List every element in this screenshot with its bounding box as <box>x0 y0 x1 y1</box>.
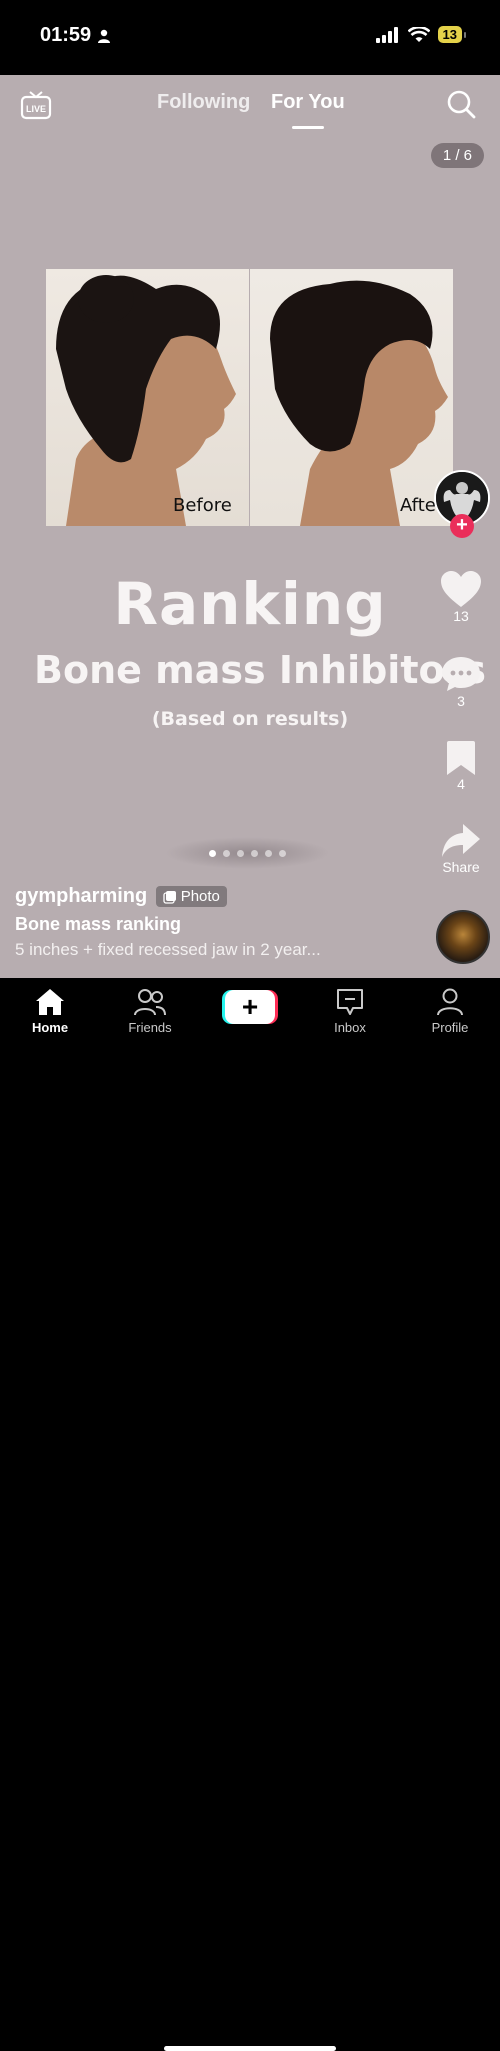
friends-icon <box>134 989 166 1016</box>
share-icon[interactable] <box>441 823 481 859</box>
video-feed[interactable]: LIVE Following For You 1 / 6 Before Afte… <box>0 75 500 978</box>
carousel-dot[interactable] <box>209 849 216 857</box>
carousel-dot[interactable] <box>223 849 230 857</box>
home-indicator <box>164 2046 336 2051</box>
tab-for-you[interactable]: For You <box>271 91 345 114</box>
home-icon <box>36 989 64 1015</box>
like-button[interactable]: 13 <box>432 570 490 624</box>
carousel-dot[interactable] <box>265 849 272 857</box>
person-icon <box>98 29 111 43</box>
signal-icon <box>375 26 398 43</box>
save-count: 4 <box>457 776 465 792</box>
create-button[interactable]: + <box>222 990 278 1024</box>
post-heading: Ranking <box>113 570 387 638</box>
share-button[interactable]: Share <box>432 823 490 875</box>
share-label: Share <box>442 859 480 875</box>
before-after-photo: Before Afte <box>46 269 453 526</box>
battery-indicator: 13 <box>437 26 467 43</box>
top-nav: LIVE Following For You <box>0 75 500 135</box>
wifi-icon <box>407 26 430 42</box>
heart-icon[interactable] <box>440 570 482 608</box>
carousel-dot[interactable] <box>237 849 244 857</box>
tab-inbox[interactable]: Inbox <box>310 988 390 1035</box>
comment-button[interactable]: 3 <box>432 655 490 709</box>
caption-title[interactable]: Bone mass ranking <box>15 914 435 935</box>
search-icon[interactable] <box>446 89 476 119</box>
comment-icon[interactable] <box>441 655 481 693</box>
live-label: LIVE <box>26 104 46 114</box>
tab-profile[interactable]: Profile <box>410 988 490 1035</box>
tab-friends-label: Friends <box>128 1020 172 1035</box>
carousel-dot[interactable] <box>251 849 258 857</box>
after-photo: Afte <box>250 269 453 526</box>
caption-description[interactable]: 5 inches + fixed recessed jaw in 2 year.… <box>15 940 435 960</box>
post-caption: gympharming Photo Bone mass ranking 5 in… <box>15 885 435 960</box>
profile-icon <box>437 988 463 1016</box>
photo-badge: Photo <box>155 886 227 907</box>
tab-friends[interactable]: Friends <box>110 988 190 1035</box>
tab-home[interactable]: Home <box>10 988 90 1035</box>
comment-count: 3 <box>457 693 465 709</box>
before-photo: Before <box>46 269 249 526</box>
status-time: 01:59 <box>40 24 111 47</box>
photo-badge-label: Photo <box>180 888 220 905</box>
like-count: 13 <box>453 608 469 624</box>
tab-inbox-label: Inbox <box>334 1020 366 1035</box>
carousel-dot[interactable] <box>279 849 286 857</box>
post-subheading: Bone mass Inhibitors <box>34 648 486 692</box>
photo-icon <box>163 890 176 904</box>
status-bar: 01:59 13 <box>0 0 500 75</box>
after-portrait-image <box>270 280 448 526</box>
post-note: (Based on results) <box>151 708 349 730</box>
active-tab-indicator <box>292 126 324 129</box>
creator-avatar[interactable]: + <box>434 470 490 538</box>
after-label: Afte <box>400 495 436 516</box>
creator-username[interactable]: gympharming <box>15 885 147 908</box>
live-icon[interactable]: LIVE <box>20 89 52 121</box>
before-portrait-image <box>56 275 236 526</box>
tab-profile-label: Profile <box>431 1020 469 1035</box>
status-icons: 13 <box>375 26 467 43</box>
bookmark-icon[interactable] <box>446 740 476 776</box>
photo-page-counter: 1 / 6 <box>430 143 484 168</box>
bottom-tab-bar: Home Friends + Inbox Profile <box>0 978 500 2051</box>
save-button[interactable]: 4 <box>432 740 490 792</box>
before-label: Before <box>173 495 232 516</box>
follow-button[interactable]: + <box>450 514 474 538</box>
plus-icon: + <box>225 990 275 1024</box>
inbox-icon <box>337 989 363 1015</box>
music-disc[interactable] <box>436 910 490 964</box>
tab-following[interactable]: Following <box>157 91 250 114</box>
tab-home-label: Home <box>31 1020 69 1035</box>
carousel-dots[interactable] <box>165 837 330 869</box>
